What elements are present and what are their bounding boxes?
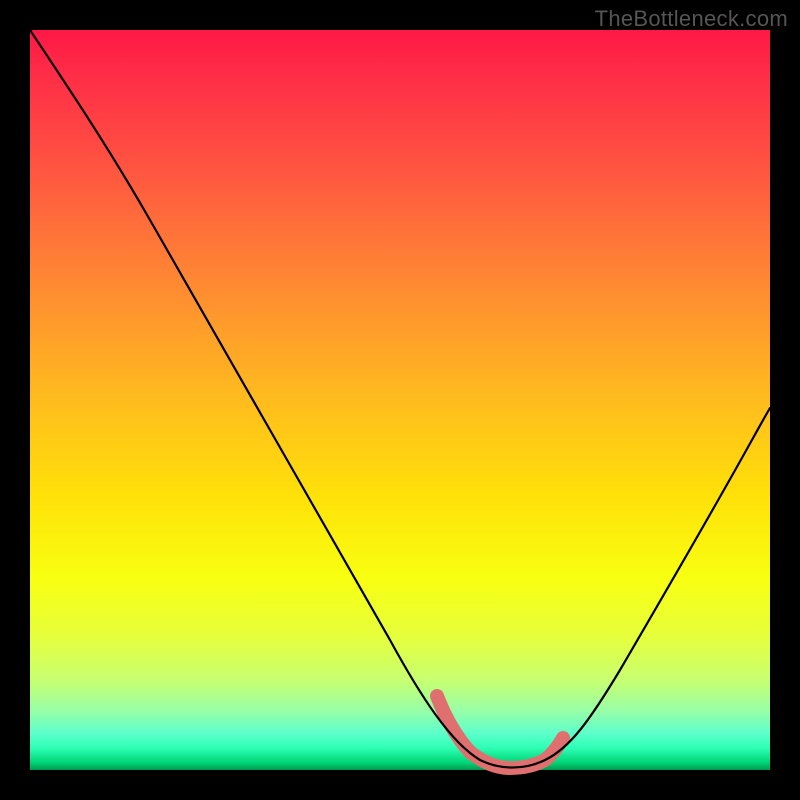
curve-layer — [30, 30, 770, 770]
optimal-range-highlight — [437, 696, 563, 768]
bottleneck-curve — [30, 30, 770, 768]
watermark-label: TheBottleneck.com — [595, 6, 788, 32]
chart-frame: TheBottleneck.com — [0, 0, 800, 800]
plot-area — [30, 30, 770, 770]
